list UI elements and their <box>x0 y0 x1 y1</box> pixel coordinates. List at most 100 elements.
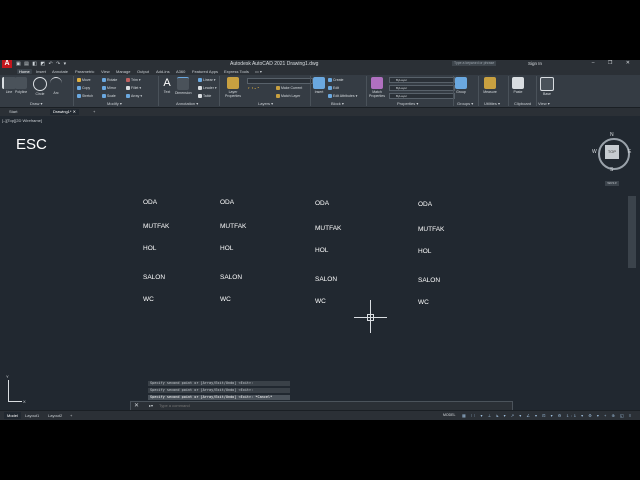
tab-output[interactable]: Output <box>137 69 149 74</box>
viewcube-top-face[interactable]: TOP <box>605 145 619 159</box>
utilities-panel-label[interactable]: Utilities ▾ <box>484 101 500 106</box>
text-mutfak[interactable]: MUTFAK <box>220 223 246 230</box>
edit-attributes-button[interactable]: Edit Attributes ▾ <box>328 94 357 99</box>
circle-button[interactable]: Circle <box>33 77 47 96</box>
navigation-bar[interactable] <box>628 196 636 268</box>
paste-button[interactable]: Paste <box>512 77 524 94</box>
draw-panel-label[interactable]: Draw ▾ <box>30 101 42 106</box>
match-properties-button[interactable]: Match Properties <box>368 77 386 98</box>
layer-properties-button[interactable]: Layer Properties <box>222 77 244 98</box>
model-space-button[interactable]: MODEL <box>443 413 455 417</box>
compass-west[interactable]: W <box>592 149 597 155</box>
stretch-button[interactable]: Stretch <box>77 94 93 99</box>
text-oda[interactable]: ODA <box>418 201 432 208</box>
compass-east[interactable]: E <box>628 149 631 155</box>
groups-panel-label[interactable]: Groups ▾ <box>457 101 473 106</box>
layer-dropdown[interactable] <box>247 78 313 84</box>
linear-button[interactable]: Linear ▾ <box>198 78 215 83</box>
text-wc[interactable]: WC <box>143 296 154 303</box>
color-dropdown[interactable]: ByLayer <box>389 77 455 83</box>
view-panel-label[interactable]: View ▾ <box>538 101 550 106</box>
sign-in-button[interactable]: Sign In <box>528 61 542 66</box>
tab-add-ins[interactable]: Add-ins <box>156 69 170 74</box>
text-salon[interactable]: SALON <box>220 274 242 281</box>
text-hol[interactable]: HOL <box>315 247 328 254</box>
add-layout-button[interactable]: + <box>67 412 75 419</box>
lineweight-dropdown[interactable]: ByLayer <box>389 93 455 99</box>
text-oda[interactable]: ODA <box>315 200 329 207</box>
trim-button[interactable]: Trim ▾ <box>126 78 141 83</box>
new-tab-button[interactable]: + <box>90 109 98 115</box>
create-block-button[interactable]: Create <box>328 78 344 83</box>
text-wc[interactable]: WC <box>315 298 326 305</box>
tab-view[interactable]: View <box>101 69 110 74</box>
text-mutfak[interactable]: MUTFAK <box>143 223 169 230</box>
tab-layout2[interactable]: Layout2 <box>45 412 65 419</box>
text-wc[interactable]: WC <box>418 299 429 306</box>
move-button[interactable]: Move <box>77 78 91 83</box>
block-panel-label[interactable]: Block ▾ <box>331 101 344 106</box>
status-toggle-icons[interactable]: ▦ ⁝⁝ ▾ ⊥ ⦝ ▾ ↗ ▾ ∠ ▾ ⊡ ▾ ⚙ 1:1 ▾ ⚙ ▾ + ⊕… <box>462 413 633 418</box>
text-oda[interactable]: ODA <box>143 199 157 206</box>
arc-button[interactable]: Arc <box>50 77 62 95</box>
line-button[interactable]: Line <box>2 77 16 94</box>
close-tab-icon[interactable]: ✕ <box>73 109 76 114</box>
text-button[interactable]: A Text <box>161 77 173 94</box>
window-controls[interactable]: – ❐ ✕ <box>592 60 636 66</box>
edit-block-button[interactable]: Edit <box>328 86 339 91</box>
tab-home[interactable]: Home <box>17 69 32 74</box>
compass-south[interactable]: S <box>610 167 613 173</box>
layer-tools-icons[interactable]: ◐ ◑ ◒ ◓ <box>248 86 259 90</box>
tab-a360[interactable]: A360 <box>176 69 185 74</box>
array-button[interactable]: Array ▾ <box>126 94 142 99</box>
drawing-canvas[interactable]: [–][Top][2D Wireframe] <box>0 117 640 407</box>
mirror-button[interactable]: Mirror <box>102 86 116 91</box>
text-salon[interactable]: SALON <box>143 274 165 281</box>
linetype-dropdown[interactable]: ByLayer <box>389 85 455 91</box>
text-hol[interactable]: HOL <box>143 245 156 252</box>
tab-model[interactable]: Model <box>4 412 21 419</box>
tab-parametric[interactable]: Parametric <box>75 69 94 74</box>
rotate-button[interactable]: Rotate <box>102 78 117 83</box>
compass-north[interactable]: N <box>610 132 614 138</box>
base-button[interactable]: Base <box>540 77 554 96</box>
group-button[interactable]: Group <box>455 77 467 94</box>
quick-access-toolbar[interactable]: ▣ ▤ ◧ ◩ ↶ ↷ ▾ <box>16 61 67 67</box>
text-wc[interactable]: WC <box>220 296 231 303</box>
tab-layout1[interactable]: Layout1 <box>22 412 42 419</box>
viewcube[interactable]: TOP N S E W WCS ▾ <box>592 132 632 186</box>
tab-insert[interactable]: Insert <box>36 69 46 74</box>
text-hol[interactable]: HOL <box>418 248 431 255</box>
dimension-button[interactable]: Dimension <box>175 77 192 95</box>
fillet-button[interactable]: Fillet ▾ <box>126 86 141 91</box>
tab-express-tools[interactable]: Express Tools <box>224 69 249 74</box>
match-layer-button[interactable]: Match Layer <box>276 94 300 99</box>
recent-commands-icon[interactable]: ▸▾ <box>149 403 153 408</box>
tab-featured-apps[interactable]: Featured Apps <box>192 69 218 74</box>
file-tab-drawing1[interactable]: Drawing1* ✕ <box>50 109 79 115</box>
annotation-panel-label[interactable]: Annotation ▾ <box>176 101 198 106</box>
command-input[interactable] <box>159 403 499 408</box>
tab-panel-toggle[interactable]: ▭ ▾ <box>255 69 262 74</box>
search-input[interactable]: Type a keyword or phrase <box>452 61 496 66</box>
modify-panel-label[interactable]: Modify ▾ <box>107 101 122 106</box>
leader-button[interactable]: Leader ▾ <box>198 86 217 91</box>
measure-button[interactable]: Measure <box>481 77 499 94</box>
text-oda[interactable]: ODA <box>220 199 234 206</box>
text-mutfak[interactable]: MUTFAK <box>315 225 341 232</box>
make-current-button[interactable]: Make Current <box>276 86 302 91</box>
text-hol[interactable]: HOL <box>220 245 233 252</box>
wcs-dropdown[interactable]: WCS ▾ <box>605 181 619 186</box>
tab-manage[interactable]: Manage <box>116 69 130 74</box>
text-salon[interactable]: SALON <box>315 276 337 283</box>
table-button[interactable]: Table <box>198 94 211 99</box>
clipboard-panel-label[interactable]: Clipboard <box>514 101 531 106</box>
copy-button[interactable]: Copy <box>77 86 90 91</box>
text-salon[interactable]: SALON <box>418 277 440 284</box>
close-command-line-icon[interactable]: ✕ <box>134 402 139 409</box>
text-mutfak[interactable]: MUTFAK <box>418 226 444 233</box>
autocad-logo-icon[interactable]: A <box>2 60 12 68</box>
tab-annotate[interactable]: Annotate <box>52 69 68 74</box>
viewport-controls[interactable]: [–][Top][2D Wireframe] <box>2 118 42 123</box>
layers-panel-label[interactable]: Layers ▾ <box>258 101 273 106</box>
